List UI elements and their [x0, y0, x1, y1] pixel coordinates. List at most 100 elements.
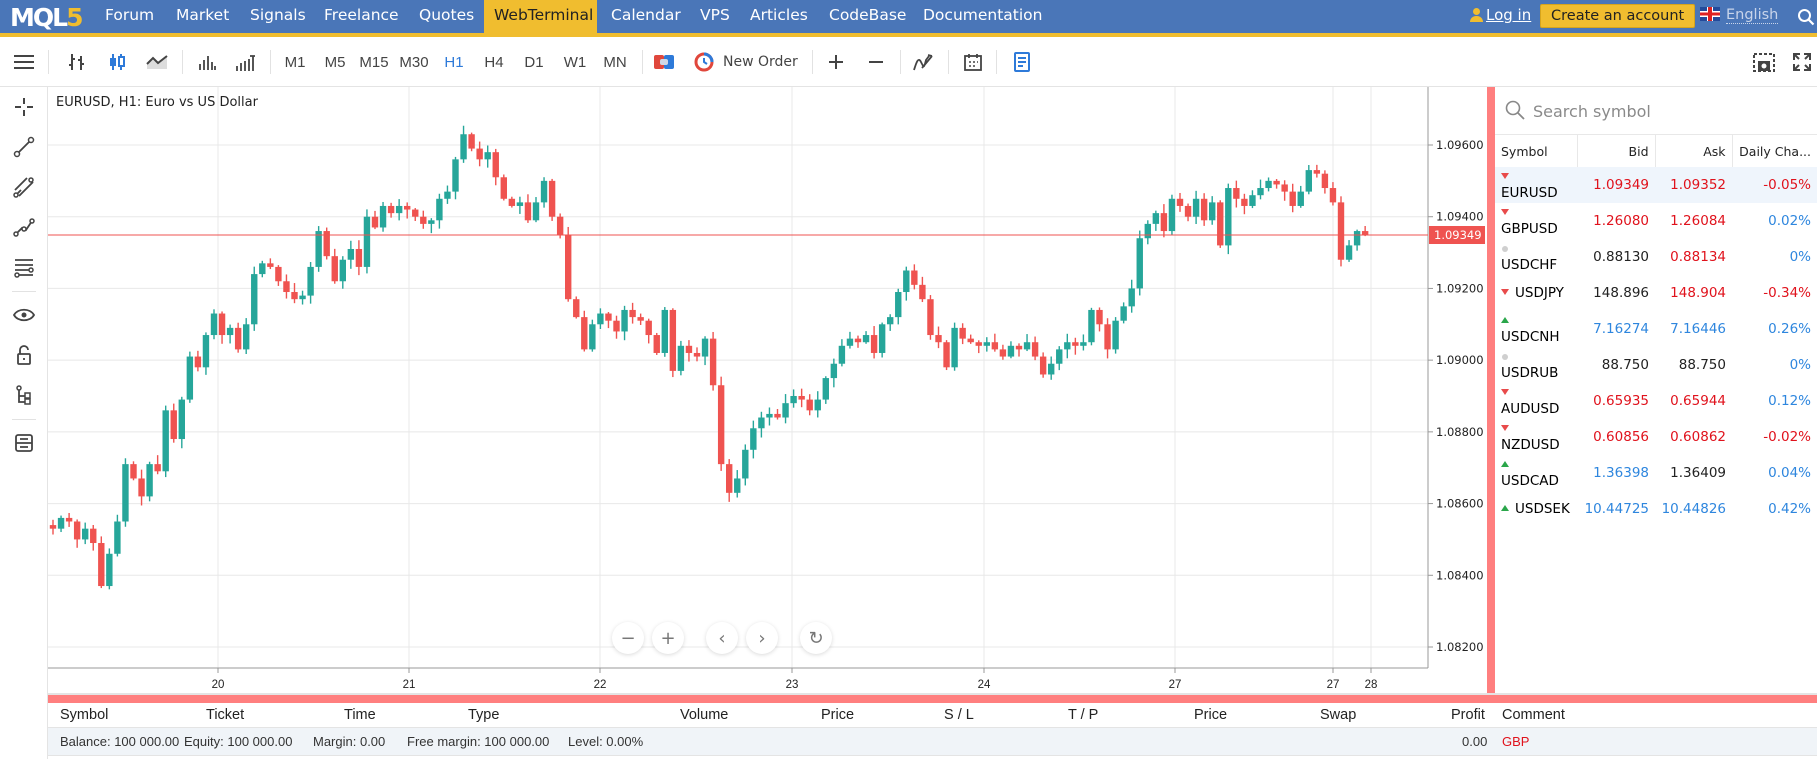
column-time[interactable]: Time [344, 707, 376, 723]
timeframe-m5[interactable]: M5 [315, 37, 355, 87]
timeframe-h4[interactable]: H4 [474, 37, 514, 87]
market-row-usdjpy[interactable]: USDJPY 148.896 148.904 -0.34% [1495, 275, 1817, 311]
market-row-usdrub[interactable]: USDRUB 88.750 88.750 0% [1495, 347, 1817, 383]
line-chart-button[interactable] [140, 37, 174, 87]
one-click-trading-button[interactable] [648, 37, 680, 87]
volume-button[interactable] [190, 37, 224, 87]
margin-value: Margin: 0.00 [313, 734, 386, 749]
calendar-button[interactable] [956, 37, 990, 87]
create-account-button[interactable]: Create an account [1540, 4, 1696, 28]
panels-button[interactable] [10, 429, 38, 457]
nav-quotes[interactable]: Quotes [409, 0, 484, 33]
column-comment[interactable]: Comment [1502, 707, 1565, 723]
price-chart[interactable]: 1.09600 1.09400 1.09200 1.09000 1.08800 1.086… [48, 87, 1487, 694]
column-volume[interactable]: Volume [680, 707, 728, 723]
bid-cell: 88.750 [1601, 357, 1649, 373]
symbol-cell: USDCAD [1495, 455, 1577, 491]
candle-bearish [1337, 202, 1345, 260]
timeframe-m15[interactable]: M15 [354, 37, 394, 87]
object-tree-button[interactable] [10, 381, 38, 409]
column-price[interactable]: Price [821, 707, 854, 723]
column-type[interactable]: Type [468, 707, 499, 723]
column-stop-loss[interactable]: S / L [944, 707, 974, 723]
visibility-button[interactable] [10, 301, 38, 329]
column-daily-change[interactable]: Daily Cha... [1732, 135, 1817, 167]
polyline-button[interactable] [10, 213, 38, 241]
indicators-button[interactable] [907, 37, 939, 87]
column-symbol[interactable]: Symbol [1495, 135, 1578, 167]
language-selector[interactable]: English [1700, 0, 1779, 33]
balance-row[interactable]: Balance: 100 000.00 Equity: 100 000.00 M… [48, 728, 1817, 756]
chart-scroll-right-button[interactable]: › [746, 622, 778, 654]
zoom-in-button[interactable] [820, 37, 852, 87]
zoom-out-button[interactable] [860, 37, 892, 87]
fullscreen-button[interactable] [1788, 37, 1816, 87]
market-row-nzdusd[interactable]: NZDUSD 0.60856 0.60862 -0.02% [1495, 419, 1817, 455]
candle-bearish [387, 205, 395, 214]
nav-articles[interactable]: Articles [740, 0, 818, 33]
menu-button[interactable] [8, 37, 40, 87]
timeframe-m1[interactable]: M1 [275, 37, 315, 87]
horizontal-splitter[interactable] [48, 695, 1817, 703]
candle-bullish [436, 198, 443, 221]
chart-zoom-out-button[interactable]: − [612, 622, 644, 654]
market-row-eurusd[interactable]: EURUSD 1.09349 1.09352 -0.05% [1495, 167, 1817, 203]
nav-market[interactable]: Market [166, 0, 239, 33]
notes-button[interactable] [1006, 37, 1038, 87]
fibonacci-button[interactable] [10, 253, 38, 281]
column-symbol[interactable]: Symbol [60, 707, 108, 723]
nav-webterminal[interactable]: WebTerminal [484, 0, 597, 33]
nav-calendar[interactable]: Calendar [601, 0, 691, 33]
timeframe-h1[interactable]: H1 [434, 37, 474, 87]
candlestick-chart[interactable]: 1.09600 1.09400 1.09200 1.09000 1.08800 1.086… [48, 87, 1487, 694]
login-link[interactable]: Log in [1470, 0, 1531, 33]
candle-bullish [202, 335, 210, 368]
chart-reset-button[interactable]: ↻ [800, 622, 832, 654]
mql5-logo[interactable]: MQL5 [10, 3, 84, 32]
timeframe-m30[interactable]: M30 [394, 37, 434, 87]
column-ask[interactable]: Ask [1655, 135, 1733, 167]
symbol-search-input[interactable] [1533, 96, 1803, 126]
x-tick-label: 28 [1365, 679, 1378, 691]
trendline-button[interactable] [10, 133, 38, 161]
screenshot-button[interactable] [1748, 37, 1780, 87]
candlestick-button[interactable] [100, 37, 134, 87]
candle-bearish [98, 543, 105, 587]
nav-forum[interactable]: Forum [95, 0, 164, 33]
timeframe-mn[interactable]: MN [595, 37, 635, 87]
market-row-gbpusd[interactable]: GBPUSD 1.26080 1.26084 0.02% [1495, 203, 1817, 239]
market-row-usdcad[interactable]: USDCAD 1.36398 1.36409 0.04% [1495, 455, 1817, 491]
column-current-price[interactable]: Price [1194, 707, 1227, 723]
column-profit[interactable]: Profit [1451, 707, 1485, 723]
crosshair-button[interactable] [10, 93, 38, 121]
channel-button[interactable] [10, 173, 38, 201]
nav-vps[interactable]: VPS [690, 0, 740, 33]
tick-volume-button[interactable] [228, 37, 262, 87]
lock-button[interactable] [10, 341, 38, 369]
column-swap[interactable]: Swap [1320, 707, 1356, 723]
market-row-audusd[interactable]: AUDUSD 0.65935 0.65944 0.12% [1495, 383, 1817, 419]
chart-scroll-left-button[interactable]: ‹ [706, 622, 738, 654]
dot-icon [1502, 354, 1508, 360]
nav-codebase[interactable]: CodeBase [819, 0, 916, 33]
nav-signals[interactable]: Signals [240, 0, 316, 33]
column-take-profit[interactable]: T / P [1068, 707, 1098, 723]
candle-bullish [750, 428, 757, 450]
new-order-button[interactable]: New Order [694, 37, 806, 87]
candle-bearish [130, 464, 137, 479]
y-tick-label: 1.08400 [1436, 568, 1484, 582]
timeframe-w1[interactable]: W1 [555, 37, 595, 87]
market-row-usdcnh[interactable]: USDCNH 7.16274 7.16446 0.26% [1495, 311, 1817, 347]
bar-chart-button[interactable] [60, 37, 94, 87]
market-row-usdsek[interactable]: USDSEK 10.44725 10.44826 0.42% [1495, 491, 1817, 527]
market-row-usdchf[interactable]: USDCHF 0.88130 0.88134 0% [1495, 239, 1817, 275]
vertical-splitter[interactable] [1487, 87, 1495, 694]
candle-bullish [597, 313, 604, 325]
nav-freelance[interactable]: Freelance [314, 0, 409, 33]
timeframe-d1[interactable]: D1 [514, 37, 554, 87]
column-ticket[interactable]: Ticket [206, 707, 244, 723]
search-icon[interactable] [1797, 8, 1815, 26]
nav-documentation[interactable]: Documentation [913, 0, 1053, 33]
chart-zoom-in-button[interactable]: + [652, 622, 684, 654]
column-bid[interactable]: Bid [1577, 135, 1656, 167]
